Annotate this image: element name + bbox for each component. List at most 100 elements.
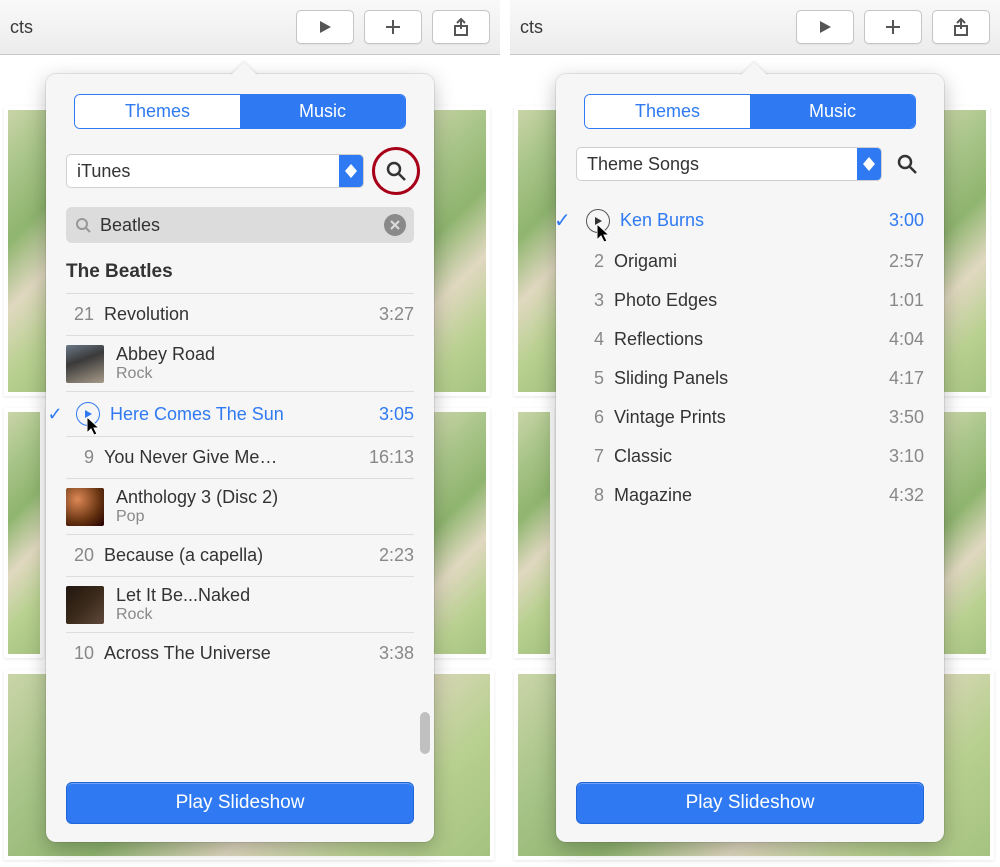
track-title: Here Comes The Sun [110,404,356,425]
music-source-select[interactable]: iTunes [66,154,364,188]
stepper-icon [339,155,363,187]
plus-icon [884,18,902,36]
cursor-icon [597,224,613,244]
clear-search-button[interactable] [384,214,406,236]
artist-header: The Beatles [66,255,414,293]
album-row[interactable]: Abbey Road Rock [66,336,414,391]
tab-music[interactable]: Music [240,95,405,128]
tab-music[interactable]: Music [750,95,915,128]
album-title: Anthology 3 (Disc 2) [116,487,278,508]
plus-icon [384,18,402,36]
album-row[interactable]: Let It Be...Naked Rock [66,577,414,632]
background-photo [940,408,990,658]
play-slideshow-button[interactable]: Play Slideshow [576,782,924,824]
track-number: 7 [576,446,604,467]
track-duration: 3:50 [876,407,924,428]
track-number: 2 [576,251,604,272]
album-genre: Rock [116,365,215,383]
toolbar-tab-label: cts [520,17,543,38]
background-photo [430,408,490,658]
magnifying-glass-icon [896,153,918,175]
toolbar-share-button[interactable] [932,10,990,44]
stepper-icon [857,148,881,180]
search-toggle-button[interactable] [890,147,924,181]
track-row[interactable]: 20 Because (a capella) 2:23 [66,535,414,576]
toolbar-play-button[interactable] [796,10,854,44]
track-row[interactable]: 21 Revolution 3:27 [66,294,414,335]
track-duration: 2:23 [366,545,414,566]
play-slideshow-button[interactable]: Play Slideshow [66,782,414,824]
play-icon [317,19,333,35]
toolbar: cts [510,0,1000,55]
album-genre: Pop [116,508,278,526]
preview-play-button[interactable] [586,209,610,233]
track-row-selected[interactable]: ✓ Here Comes The Sun 3:05 [66,392,414,436]
search-input[interactable]: Beatles [66,207,414,243]
track-title: Sliding Panels [614,368,866,389]
track-title: Vintage Prints [614,407,866,428]
track-title: Across The Universe [104,643,356,664]
track-title: Reflections [614,329,866,350]
slideshow-popover: Themes Music iTunes Beatles [46,74,434,842]
checkmark-icon: ✓ [556,208,576,233]
track-title: Because (a capella) [104,545,356,566]
track-duration: 2:57 [876,251,924,272]
select-value: Theme Songs [577,154,857,175]
track-duration: 3:10 [876,446,924,467]
search-toggle-button[interactable] [379,154,413,188]
tab-themes[interactable]: Themes [585,95,750,128]
toolbar-tab-label: cts [10,17,33,38]
track-title: Photo Edges [614,290,866,311]
background-photo [4,408,44,658]
album-title: Let It Be...Naked [116,585,250,606]
share-icon [452,17,470,37]
track-number: 20 [66,545,94,566]
results-list: The Beatles 21 Revolution 3:27 Abbey Roa… [46,255,434,770]
track-row[interactable]: 8Magazine4:32 [576,476,924,515]
toolbar-share-button[interactable] [432,10,490,44]
slideshow-popover: Themes Music Theme Songs ✓Ken Burns3:002… [556,74,944,842]
track-row[interactable]: 5Sliding Panels4:17 [576,359,924,398]
tab-segmented-control: Themes Music [74,94,406,129]
toolbar-add-button[interactable] [364,10,422,44]
track-row[interactable]: 6Vintage Prints3:50 [576,398,924,437]
track-number: 4 [576,329,604,350]
toolbar-add-button[interactable] [864,10,922,44]
track-row-selected[interactable]: ✓Ken Burns3:00 [576,199,924,242]
track-title: Classic [614,446,866,467]
track-title: You Never Give Me… [104,447,356,468]
track-row[interactable]: 4 Reflections 4:04 [576,320,924,359]
results-list: ✓Ken Burns3:002Origami2:573Photo Edges1:… [556,193,944,770]
track-row[interactable]: 10 Across The Universe 3:38 [66,633,414,674]
share-icon [952,17,970,37]
tab-themes[interactable]: Themes [75,95,240,128]
scrollbar-thumb[interactable] [420,712,430,754]
track-duration: 4:17 [876,368,924,389]
track-number: 8 [576,485,604,506]
toolbar-play-button[interactable] [296,10,354,44]
play-icon [817,19,833,35]
track-row[interactable]: 3Photo Edges1:01 [576,281,924,320]
track-duration: 4:04 [876,329,924,350]
tab-segmented-control: Themes Music [584,94,916,129]
track-row[interactable]: 7 Classic 3:10 [576,437,924,476]
search-highlight-circle [372,147,420,195]
album-art [66,586,104,624]
track-duration: 1:01 [876,290,924,311]
track-number: 9 [66,447,94,468]
album-row[interactable]: Anthology 3 (Disc 2) Pop [66,479,414,534]
album-art [66,488,104,526]
track-number: 21 [66,304,94,325]
background-photo [514,408,554,658]
album-art [66,345,104,383]
search-value: Beatles [100,215,376,236]
music-source-select[interactable]: Theme Songs [576,147,882,181]
preview-play-button[interactable] [76,402,100,426]
toolbar: cts [0,0,500,55]
track-number: 10 [66,643,94,664]
track-title: Magazine [614,485,866,506]
track-row[interactable]: 9 You Never Give Me… 16:13 [66,437,414,478]
track-duration: 3:38 [366,643,414,664]
track-row[interactable]: 2Origami2:57 [576,242,924,281]
track-duration: 16:13 [366,447,414,468]
